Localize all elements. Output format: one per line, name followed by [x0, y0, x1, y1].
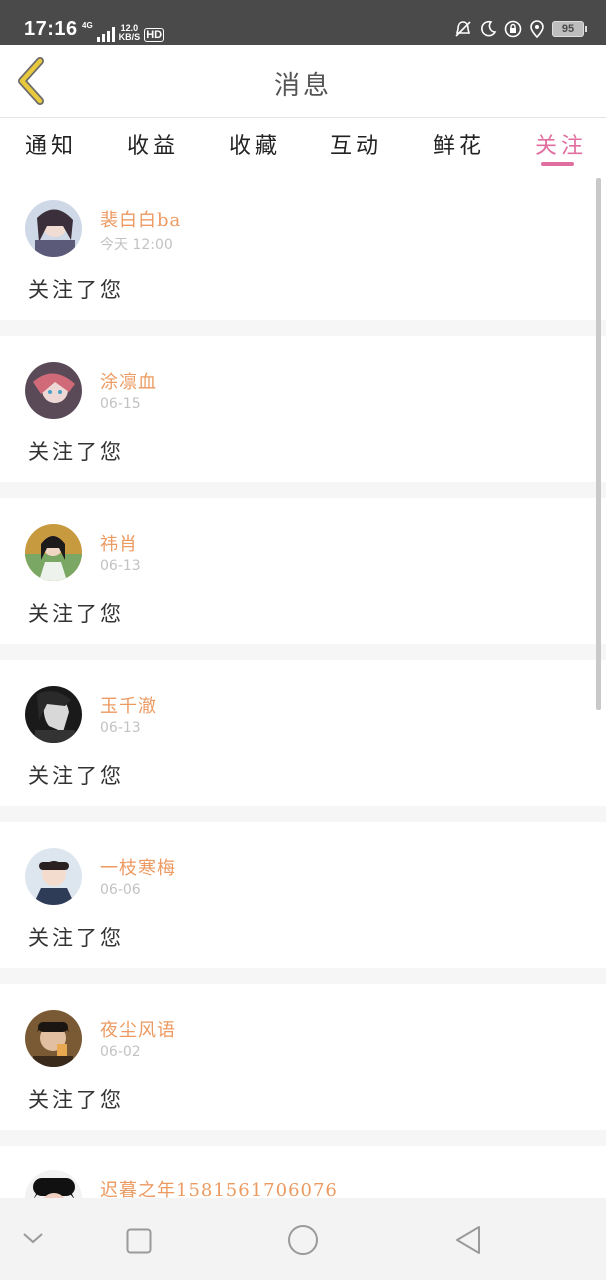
- message-time: 06-06: [100, 882, 141, 898]
- list-item[interactable]: 玉千澈 06-13 关注了您: [0, 660, 606, 806]
- tab-interactions[interactable]: 互动: [330, 128, 382, 160]
- username[interactable]: 一枝寒梅: [100, 854, 176, 880]
- signal-icon: [96, 26, 115, 42]
- battery-icon: 95: [552, 21, 587, 37]
- location-icon: [530, 20, 544, 38]
- tab-flowers[interactable]: 鲜花: [433, 128, 485, 160]
- active-tab-indicator: [541, 162, 574, 166]
- mute-bell-icon: [455, 21, 471, 37]
- message-time: 06-13: [100, 558, 141, 574]
- message-time: 06-02: [100, 1044, 141, 1060]
- header: 消息: [0, 45, 606, 118]
- status-left-icons: 4G 12.0 KB/S HD: [82, 18, 165, 42]
- avatar[interactable]: [25, 524, 82, 581]
- message-list[interactable]: 裴白白ba 今天 12:00 关注了您 涂凛血 06-15 关注了您 祎肖 06…: [0, 174, 606, 1198]
- message-text: 关注了您: [28, 602, 124, 626]
- page-title: 消息: [273, 71, 332, 101]
- lock-rotate-icon: [504, 20, 522, 38]
- status-bar: 17:16 4G 12.0 KB/S HD 95: [0, 0, 606, 45]
- username[interactable]: 玉千澈: [100, 692, 157, 718]
- network-speed: 12.0 KB/S: [119, 24, 141, 42]
- status-time: 17:16: [24, 18, 78, 40]
- chevron-down-icon: [23, 1233, 43, 1244]
- home-button[interactable]: [287, 1224, 319, 1260]
- list-item[interactable]: 迟暮之年1581561706076: [0, 1146, 606, 1198]
- tab-follows[interactable]: 关注: [535, 128, 587, 160]
- list-item[interactable]: 一枝寒梅 06-06 关注了您: [0, 822, 606, 968]
- list-item[interactable]: 涂凛血 06-15 关注了您: [0, 336, 606, 482]
- username[interactable]: 涂凛血: [100, 368, 157, 394]
- avatar[interactable]: [25, 848, 82, 905]
- triangle-back-icon: [456, 1226, 480, 1254]
- message-time: 06-15: [100, 396, 141, 412]
- tab-favorites[interactable]: 收藏: [229, 128, 281, 160]
- username[interactable]: 裴白白ba: [100, 206, 181, 232]
- list-item[interactable]: 祎肖 06-13 关注了您: [0, 498, 606, 644]
- avatar[interactable]: [25, 686, 82, 743]
- moon-icon: [481, 20, 497, 37]
- message-text: 关注了您: [28, 926, 124, 950]
- avatar[interactable]: [25, 1170, 82, 1198]
- tab-earnings[interactable]: 收益: [127, 128, 179, 160]
- message-text: 关注了您: [28, 764, 124, 788]
- scrollbar[interactable]: [596, 178, 601, 710]
- network-speed-unit: KB/S: [118, 32, 141, 42]
- username[interactable]: 祎肖: [100, 530, 138, 556]
- circle-home-icon: [288, 1225, 318, 1255]
- avatar[interactable]: [25, 200, 82, 257]
- message-text: 关注了您: [28, 440, 124, 464]
- hd-icon: HD: [144, 28, 165, 42]
- avatar[interactable]: [25, 362, 82, 419]
- tab-notifications[interactable]: 通知: [25, 128, 77, 160]
- hide-nav-button[interactable]: [22, 1230, 44, 1249]
- network-type-label: 4G: [82, 21, 93, 30]
- square-recents-icon: [126, 1228, 152, 1254]
- username[interactable]: 夜尘风语: [100, 1016, 176, 1042]
- list-item[interactable]: 夜尘风语 06-02 关注了您: [0, 984, 606, 1130]
- message-time: 今天 12:00: [100, 237, 173, 253]
- username[interactable]: 迟暮之年1581561706076: [100, 1176, 338, 1198]
- system-navigation-bar: [0, 1198, 606, 1280]
- message-text: 关注了您: [28, 278, 124, 302]
- message-text: 关注了您: [28, 1088, 124, 1112]
- avatar[interactable]: [25, 1010, 82, 1067]
- status-right-icons: 95: [454, 20, 587, 38]
- tab-bar: 通知 收益 收藏 互动 鲜花 关注: [0, 118, 606, 174]
- message-time: 06-13: [100, 720, 141, 736]
- recents-button[interactable]: [126, 1228, 152, 1258]
- list-item[interactable]: 裴白白ba 今天 12:00 关注了您: [0, 174, 606, 320]
- back-nav-button[interactable]: [454, 1224, 482, 1260]
